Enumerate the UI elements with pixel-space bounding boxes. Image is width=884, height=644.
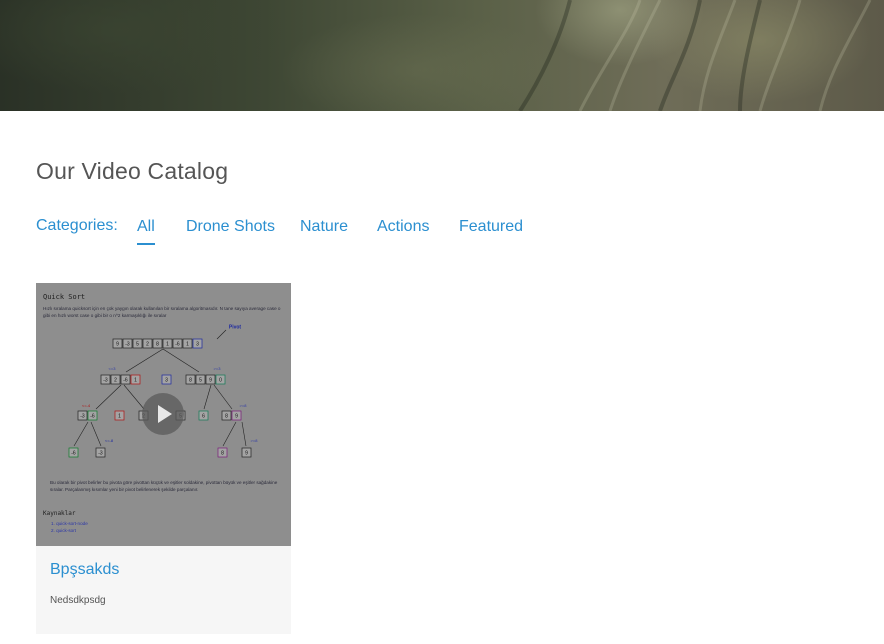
svg-text:8: 8 [189,377,192,383]
svg-text:3: 3 [165,377,168,383]
array-cell: 9 [241,447,252,458]
label-ge-3: >=3 [214,366,222,371]
svg-text:-6: -6 [175,341,180,347]
label-gt: <=-8 [105,438,114,443]
play-icon [158,405,172,423]
reference-link: 2. quick-sort [51,528,77,533]
svg-text:-6: -6 [90,413,95,419]
array-cell: 8 [221,410,232,421]
array-cell: -3 [122,338,133,349]
array-cell: 5 [132,338,143,349]
array-cell: -6 [87,410,98,421]
svg-text:5: 5 [136,341,139,347]
array-cell: 9 [205,374,216,385]
svg-text:0: 0 [219,377,222,383]
array-cell: -6 [172,338,183,349]
svg-text:6: 6 [202,413,205,419]
references-heading: Kaynaklar [43,510,76,517]
tab-actions[interactable]: Actions [377,218,429,243]
play-button[interactable] [142,393,184,435]
label-le-2: <=-4 [82,403,91,408]
svg-text:2: 2 [146,341,149,347]
svg-text:1: 1 [134,377,137,383]
tab-drone-shots[interactable]: Drone Shots [186,218,275,243]
array-cell: 1 [114,410,125,421]
svg-text:1: 1 [118,413,121,419]
svg-text:9: 9 [116,341,119,347]
label-ge-9: >=8 [251,438,259,443]
label-ge-8: >=8 [240,403,248,408]
categories-label: Categories: [36,217,118,234]
array-cell: -3 [100,374,111,385]
tab-featured[interactable]: Featured [459,218,523,243]
array-cell: -3 [95,447,106,458]
array-cell: -6 [120,374,131,385]
label-le-3: <=3 [109,366,117,371]
array-cell: 2 [142,338,153,349]
svg-text:-3: -3 [103,377,108,383]
array-cell: 1 [130,374,141,385]
array-cell: 3 [192,338,203,349]
svg-text:3: 3 [196,341,199,347]
svg-text:-3: -3 [98,450,103,456]
page-title: Our Video Catalog [36,158,229,184]
array-cell: 0 [215,374,226,385]
video-description: Nedsdkpsdg [50,595,106,606]
svg-text:9: 9 [235,413,238,419]
tab-all[interactable]: All [137,218,155,245]
svg-text:2: 2 [114,377,117,383]
hero-banner-image [0,0,884,111]
array-cell: 1 [182,338,193,349]
array-cell: 2 [110,374,121,385]
svg-text:-6: -6 [71,450,76,456]
array-cell: 1 [162,338,173,349]
svg-text:9: 9 [245,450,248,456]
array-cell: 9 [231,410,242,421]
video-thumbnail[interactable]: Quick Sort Hızlı sıralama quicksort için… [36,283,291,546]
array-cell: 9 [112,338,123,349]
array-cell: 5 [195,374,206,385]
video-card: Quick Sort Hızlı sıralama quicksort için… [36,283,291,634]
svg-text:-6: -6 [123,377,128,383]
svg-text:5: 5 [199,377,202,383]
svg-text:8: 8 [225,413,228,419]
svg-text:8: 8 [156,341,159,347]
pivot-label: Pivot [229,324,242,330]
svg-text:-3: -3 [80,413,85,419]
tab-nature[interactable]: Nature [300,218,348,243]
wheat-field-texture [518,0,872,111]
svg-text:1: 1 [186,341,189,347]
svg-text:9: 9 [209,377,212,383]
array-cell: 8 [152,338,163,349]
svg-text:1: 1 [166,341,169,347]
array-cell: 8 [185,374,196,385]
reference-link: 1. quick-sort-node [51,521,88,526]
thumbnail-bullet-text: Bu olarak bir pivot belirler bu pivota g… [50,480,278,492]
array-cell: -6 [68,447,79,458]
array-cell: -3 [77,410,88,421]
svg-text:8: 8 [221,450,224,456]
svg-text:-3: -3 [125,341,130,347]
video-title-link[interactable]: Bpşsakds [50,561,119,579]
array-cell: 8 [217,447,228,458]
array-cell: 3 [161,374,172,385]
category-filter-bar: Categories: All Drone Shots Nature Actio… [36,214,636,246]
array-cell: 6 [198,410,209,421]
